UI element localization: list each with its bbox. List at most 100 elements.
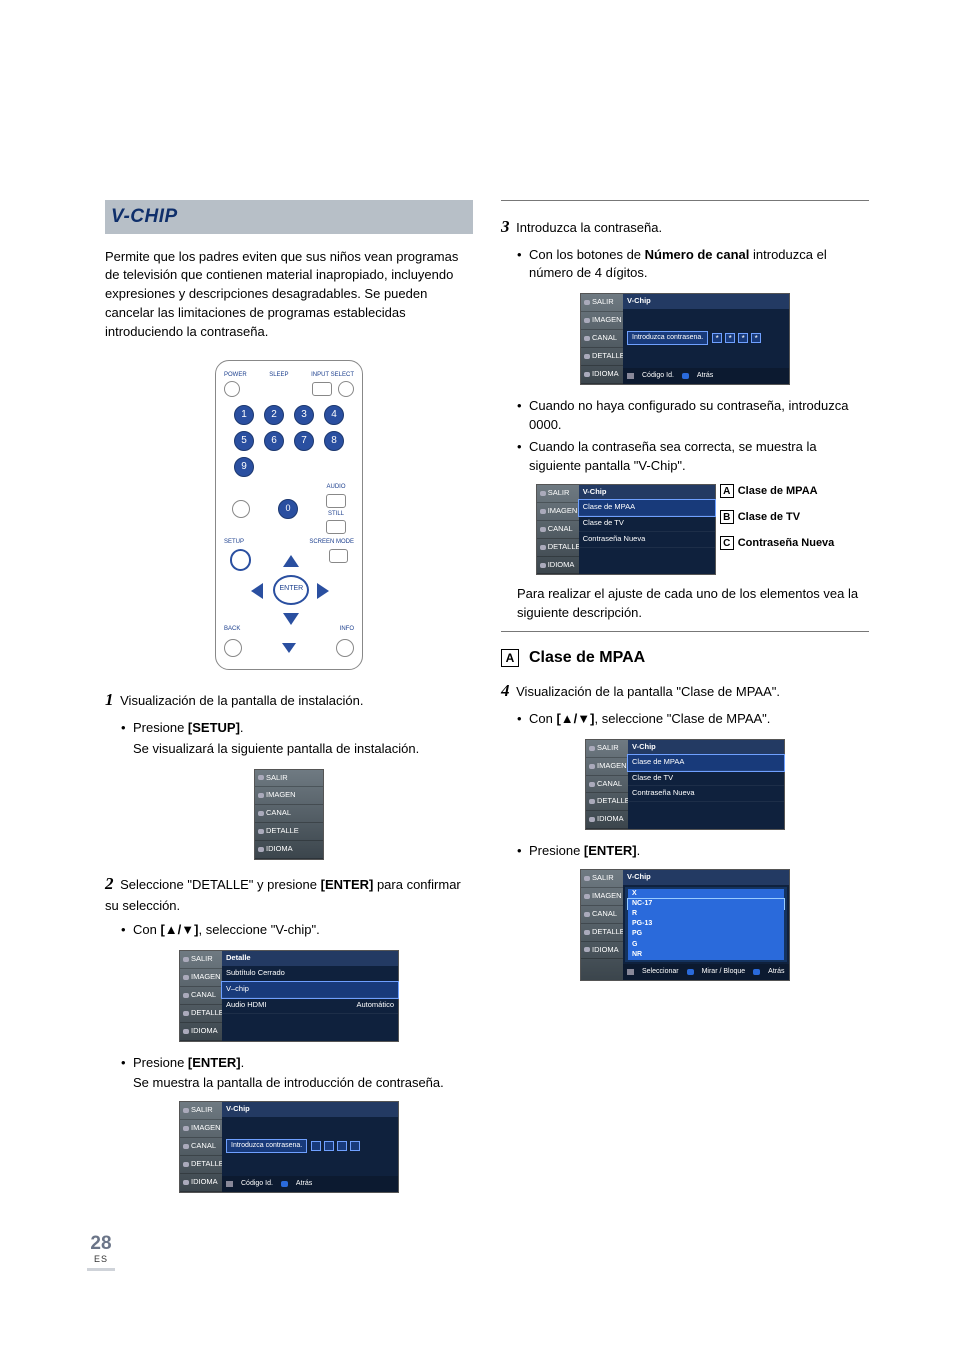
pw-digit-box[interactable]: * xyxy=(738,333,748,343)
osd-password-prompt: Introduzca contrasena. xyxy=(226,1139,307,1153)
rating-NR[interactable]: NR xyxy=(628,950,784,960)
setup-button[interactable] xyxy=(230,549,251,571)
number-pad: 1 2 3 4 5 6 7 8 9 xyxy=(234,405,344,477)
osd-title: V-Chip xyxy=(579,485,715,500)
dash-button[interactable] xyxy=(232,500,250,518)
rating-PG-13[interactable]: PG-13 xyxy=(628,919,784,929)
pw-digit-box[interactable]: * xyxy=(725,333,735,343)
txt: Seleccione "DETALLE" y presione xyxy=(120,877,320,892)
arrow-right-icon[interactable] xyxy=(317,583,329,599)
digit-3[interactable]: 3 xyxy=(294,405,314,425)
osd-row-subtitulo[interactable]: Subtítulo Cerrado xyxy=(222,966,398,982)
label-back: BACK xyxy=(224,625,240,634)
step-number: 3 xyxy=(501,217,510,236)
osd-item-salir[interactable]: SALIR xyxy=(255,770,323,788)
txt: , seleccione "Clase de MPAA". xyxy=(594,711,770,726)
digit-8[interactable]: 8 xyxy=(324,431,344,451)
intro-paragraph: Permite que los padres eviten que sus ni… xyxy=(105,248,473,342)
osd-row-clase-mpaa[interactable]: Clase de MPAA xyxy=(579,500,715,516)
pw-digit-box[interactable] xyxy=(337,1141,347,1151)
osd-row-clase-tv[interactable]: Clase de TV xyxy=(628,771,784,787)
enter-button[interactable]: ENTER xyxy=(273,575,309,605)
label: CANAL xyxy=(266,808,291,819)
label: IDIOMA xyxy=(191,1026,218,1037)
rating-R[interactable]: R xyxy=(628,909,784,919)
step-2: 2 Seleccione "DETALLE" y presione [ENTER… xyxy=(105,872,473,940)
label: DETALLE xyxy=(191,1008,224,1019)
txt: Con xyxy=(529,711,556,726)
osd-row-clase-tv[interactable]: Clase de TV xyxy=(579,516,715,532)
status-seleccionar: Seleccionar xyxy=(642,967,679,977)
bold: [SETUP] xyxy=(188,720,240,735)
callout-B-text: Clase de TV xyxy=(738,511,800,523)
status-atras: Atrás xyxy=(768,967,784,977)
step-3-bullet-3: Cuando la contraseña sea correcta, se mu… xyxy=(517,438,869,476)
digit-4[interactable]: 4 xyxy=(324,405,344,425)
pw-digit-box[interactable] xyxy=(324,1141,334,1151)
power-button[interactable] xyxy=(224,381,240,397)
step-number: 1 xyxy=(105,690,114,709)
pw-digit-box[interactable]: * xyxy=(751,333,761,343)
label: SALIR xyxy=(266,773,288,784)
osd-vchip-menu: SALIR IMAGEN CANAL DETALLE IDIOMA V-Chip… xyxy=(536,484,716,575)
back-button[interactable] xyxy=(224,639,242,657)
info-button[interactable] xyxy=(336,639,354,657)
step-number: 4 xyxy=(501,681,510,700)
keypad-icon xyxy=(627,373,634,379)
status-mirar-bloque: Mirar / Bloque xyxy=(702,967,746,977)
osd-row-clase-mpaa[interactable]: Clase de MPAA xyxy=(628,755,784,771)
nav-triangle-icon xyxy=(282,643,296,653)
digit-0[interactable]: 0 xyxy=(278,499,298,519)
rating-G[interactable]: G xyxy=(628,940,784,950)
audio-button[interactable] xyxy=(326,494,346,508)
input-select-button[interactable] xyxy=(338,381,354,397)
osd-item-detalle[interactable]: DETALLE xyxy=(255,823,323,841)
back-icon xyxy=(682,373,689,379)
osd-title: V-Chip xyxy=(623,870,789,885)
arrow-up-icon[interactable] xyxy=(283,555,299,567)
menu-icon xyxy=(258,775,264,780)
label-input-select: INPUT SELECT xyxy=(311,371,354,380)
osd-ratings: SALIR IMAGEN CANAL DETALLE IDIOMA V-Chip… xyxy=(580,869,790,981)
osd-vchip-menu-2: SALIR IMAGEN CANAL DETALLE IDIOMA V-Chip… xyxy=(585,739,785,830)
osd-item-idioma[interactable]: IDIOMA xyxy=(255,841,323,859)
step-3-bullet-1: Con los botones de Número de canal intro… xyxy=(517,246,869,284)
status-codigo: Código Id. xyxy=(642,371,674,381)
osd-row-contrasena-nueva[interactable]: Contraseña Nueva xyxy=(579,532,715,548)
label-still: STILL xyxy=(328,510,344,519)
page-num: 28 xyxy=(87,1234,115,1253)
digit-2[interactable]: 2 xyxy=(264,405,284,425)
screen-mode-button[interactable] xyxy=(329,549,348,563)
txt: . xyxy=(637,843,641,858)
rating-X[interactable]: X xyxy=(628,889,784,899)
rating-NC-17[interactable]: NC-17 xyxy=(628,899,784,909)
bold: Número de canal xyxy=(645,247,750,262)
subsection-A: A Clase de MPAA xyxy=(501,646,869,669)
digit-5[interactable]: 5 xyxy=(234,431,254,451)
still-button[interactable] xyxy=(326,520,346,534)
osd-title: Detalle xyxy=(222,951,398,966)
pw-digit-box[interactable] xyxy=(350,1141,360,1151)
osd-row-contrasena-nueva[interactable]: Contraseña Nueva xyxy=(628,786,784,802)
osd-row-vchip[interactable]: V–chip xyxy=(222,982,398,998)
digit-1[interactable]: 1 xyxy=(234,405,254,425)
pw-digit-box[interactable] xyxy=(311,1141,321,1151)
osd-item-canal[interactable]: CANAL xyxy=(255,805,323,823)
remote-control-figure: POWER SLEEP INPUT SELECT 1 2 3 4 5 6 7 8 xyxy=(215,360,363,670)
pw-digit-box[interactable]: * xyxy=(712,333,722,343)
osd-row-audio-hdmi[interactable]: Audio HDMIAutomático xyxy=(222,998,398,1014)
label-power: POWER xyxy=(224,371,247,380)
arrow-left-icon[interactable] xyxy=(251,583,263,599)
arrow-down-icon[interactable] xyxy=(283,613,299,625)
bold: [ENTER] xyxy=(321,877,374,892)
digit-9[interactable]: 9 xyxy=(234,457,254,477)
rating-PG[interactable]: PG xyxy=(628,929,784,939)
osd-item-imagen[interactable]: IMAGEN xyxy=(255,787,323,805)
digit-7[interactable]: 7 xyxy=(294,431,314,451)
digit-6[interactable]: 6 xyxy=(264,431,284,451)
txt: . xyxy=(241,1055,245,1070)
step-1: 1 Visualización de la pantalla de instal… xyxy=(105,688,473,758)
step-1-bullet-1: Presione [SETUP]. Se visualizará la sigu… xyxy=(121,719,473,759)
sleep-button[interactable] xyxy=(312,382,332,396)
status-atras: Atrás xyxy=(296,1179,312,1189)
